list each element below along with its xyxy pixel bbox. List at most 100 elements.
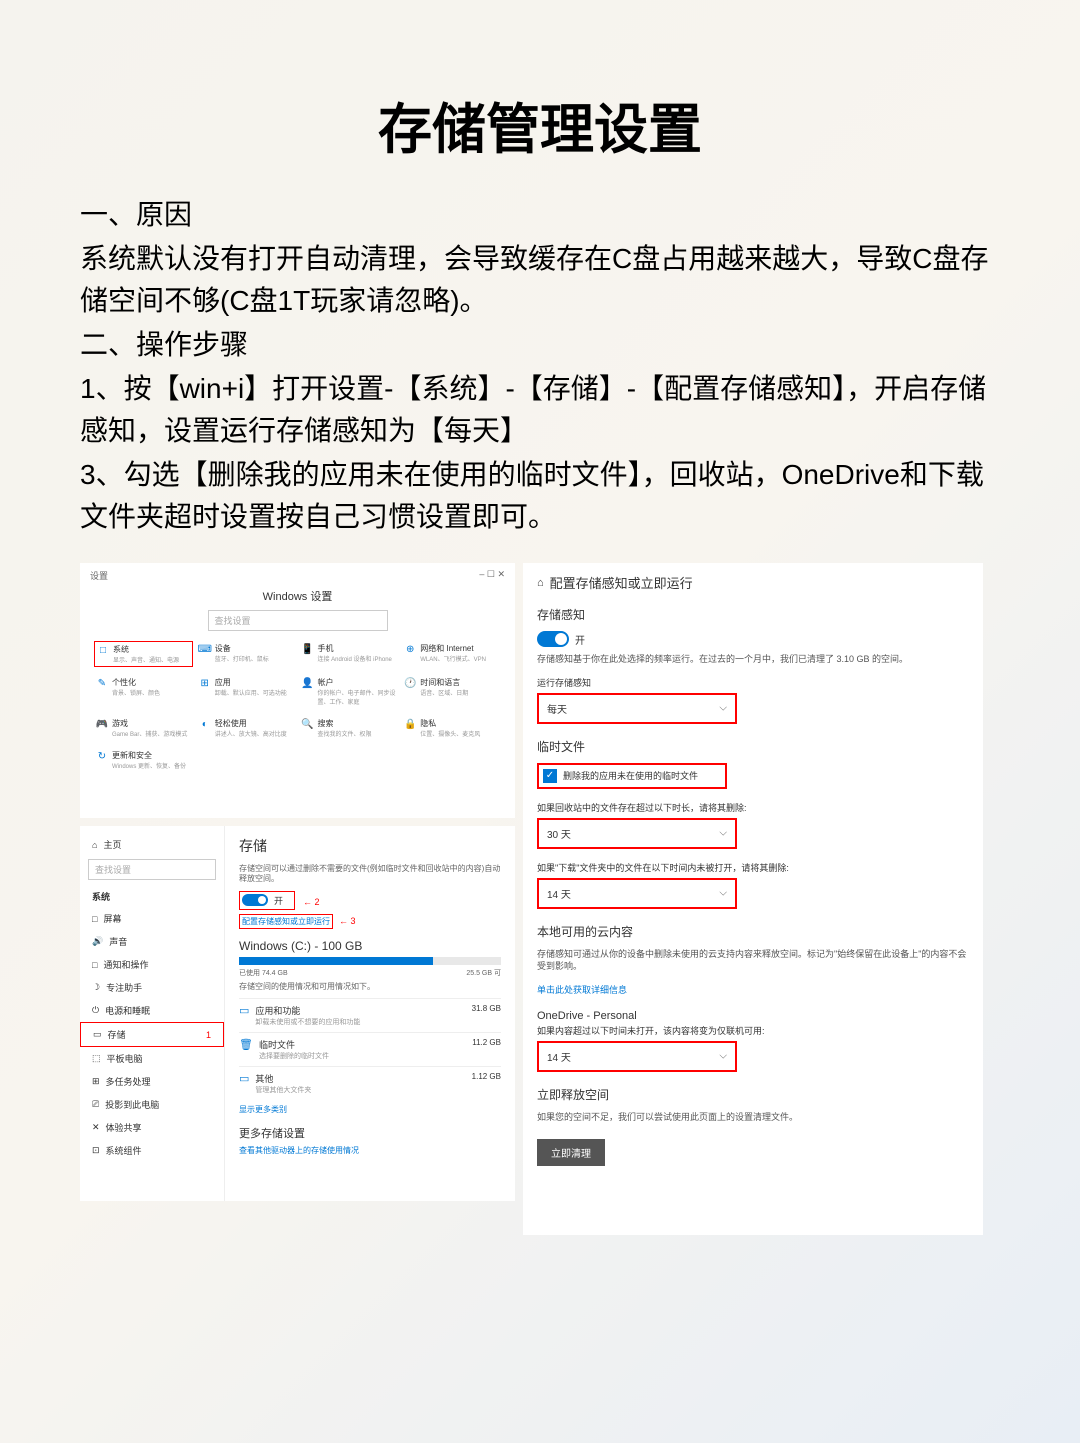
home-icon[interactable]: ⌂ bbox=[537, 577, 544, 589]
configure-link[interactable]: 配置存储感知或立即运行 bbox=[239, 914, 333, 929]
item-desc: 你的帐户、电子邮件、同步设置、工作、家庭 bbox=[318, 688, 397, 706]
window-label: 设置 bbox=[90, 569, 108, 582]
storage-item[interactable]: ▭ 其他 管理其他大文件夹 1.12 GB bbox=[239, 1066, 501, 1100]
nav-label: 投影到此电脑 bbox=[105, 1098, 159, 1111]
nav-label: 专注助手 bbox=[106, 981, 142, 994]
storage-bar bbox=[239, 957, 501, 965]
item-icon: 🔍 bbox=[302, 718, 314, 730]
marker-1: 1 bbox=[206, 1030, 211, 1040]
nav-item[interactable]: ⊞ 多任务处理 bbox=[80, 1070, 224, 1093]
cloud-link[interactable]: 单击此处获取详细信息 bbox=[537, 983, 969, 996]
settings-item[interactable]: ⌨ 设备 蓝牙、打印机、鼠标 bbox=[197, 641, 296, 667]
settings-item[interactable]: □ 系统 显示、声音、通知、电源 bbox=[94, 641, 193, 667]
sidebar-section: 系统 bbox=[80, 884, 224, 907]
free-title: 立即释放空间 bbox=[537, 1086, 969, 1103]
clean-now-button[interactable]: 立即清理 bbox=[537, 1139, 605, 1166]
marker-3: ← 3 bbox=[339, 916, 356, 926]
settings-search[interactable]: 查找设置 bbox=[208, 610, 388, 631]
more-link[interactable]: 查看其他驱动器上的存储使用情况 bbox=[239, 1145, 501, 1156]
storage-item-sub: 卸载未使用或不想要的应用和功能 bbox=[255, 1017, 360, 1027]
cloud-desc: 存储感知可通过从你的设备中删除未使用的云支持内容来释放空间。标记为"始终保留在此… bbox=[537, 948, 969, 973]
onedrive-select[interactable]: 14 天 bbox=[537, 1041, 737, 1072]
settings-item[interactable]: 🔍 搜索 查找我的文件、权限 bbox=[300, 716, 399, 740]
settings-item[interactable]: ⊞ 应用 卸载、默认应用、可选功能 bbox=[197, 675, 296, 708]
temp-checkbox[interactable]: ✓ bbox=[543, 769, 557, 783]
nav-item[interactable]: ⎚ 投影到此电脑 bbox=[80, 1093, 224, 1116]
page-crumb: 配置存储感知或立即运行 bbox=[550, 573, 693, 592]
item-icon: □ bbox=[97, 644, 109, 656]
storage-item-size: 11.2 GB bbox=[472, 1038, 501, 1047]
item-label: 时间和语言 bbox=[420, 677, 468, 688]
nav-label: 声音 bbox=[109, 935, 127, 948]
nav-icon: ✕ bbox=[92, 1122, 100, 1133]
item-icon: 👤 bbox=[302, 677, 314, 689]
nav-item[interactable]: □ 屏幕 bbox=[80, 907, 224, 930]
sense-toggle[interactable] bbox=[537, 631, 569, 647]
section2-label: 二、操作步骤 bbox=[80, 324, 1000, 366]
free-label: 25.5 GB 可 bbox=[466, 968, 501, 978]
settings-item[interactable]: 🎮 游戏 Game Bar、捕获、游戏模式 bbox=[94, 716, 193, 740]
storage-sense-toggle[interactable] bbox=[242, 894, 268, 906]
settings-item[interactable]: 🔒 隐私 位置、摄像头、麦克风 bbox=[402, 716, 501, 740]
usage-desc: 存储空间的使用情况和可用情况如下。 bbox=[239, 982, 501, 992]
item-label: 个性化 bbox=[112, 677, 160, 688]
show-more-link[interactable]: 显示更多类别 bbox=[239, 1104, 501, 1115]
sense-desc: 存储感知基于你在此处选择的频率运行。在过去的一个月中，我们已清理了 3.10 G… bbox=[537, 653, 969, 666]
storage-item[interactable]: ▭ 应用和功能 卸载未使用或不想要的应用和功能 31.8 GB bbox=[239, 998, 501, 1032]
item-desc: 卸载、默认应用、可选功能 bbox=[215, 688, 287, 697]
storage-item-sub: 管理其他大文件夹 bbox=[255, 1085, 311, 1095]
sense-title: 存储感知 bbox=[537, 606, 969, 623]
run-select[interactable]: 每天 bbox=[537, 693, 737, 724]
nav-label: 屏幕 bbox=[103, 912, 121, 925]
item-desc: 讲述人、放大镜、高对比度 bbox=[215, 729, 287, 738]
storage-item-name: 应用和功能 bbox=[255, 1004, 360, 1017]
nav-icon: ⎚ bbox=[92, 1099, 99, 1110]
more-title: 更多存储设置 bbox=[239, 1125, 501, 1141]
storage-desc: 存储空间可以通过删除不需要的文件(例如临时文件和回收站中的内容)自动释放空间。 bbox=[239, 864, 501, 885]
item-label: 搜索 bbox=[318, 718, 372, 729]
nav-icon: 🔊 bbox=[92, 936, 103, 947]
step1-text: 1、按【win+i】打开设置-【系统】-【存储】-【配置存储感知】，开启存储感知… bbox=[80, 368, 1000, 452]
nav-item[interactable]: ⏻ 电源和睡眠 bbox=[80, 999, 224, 1022]
search-placeholder: 查找设置 bbox=[215, 614, 251, 627]
settings-item[interactable]: 📱 手机 连接 Android 设备和 iPhone bbox=[300, 641, 399, 667]
temp-title: 临时文件 bbox=[537, 738, 969, 755]
configure-sense-screenshot: ⌂ 配置存储感知或立即运行 存储感知 开 存储感知基于你在此处选择的频率运行。在… bbox=[523, 563, 983, 1235]
storage-item[interactable]: 🗑 临时文件 选择要删除的临时文件 11.2 GB bbox=[239, 1032, 501, 1066]
nav-item[interactable]: ⬚ 平板电脑 bbox=[80, 1047, 224, 1070]
used-label: 已使用 74.4 GB bbox=[239, 968, 288, 978]
settings-item-update[interactable]: ↻ 更新和安全 Windows 更新、恢复、备份 bbox=[94, 748, 188, 772]
item-label: 隐私 bbox=[420, 718, 480, 729]
nav-label: 电源和睡眠 bbox=[105, 1004, 150, 1017]
storage-item-icon: ▭ bbox=[239, 1004, 249, 1027]
onedrive-title: OneDrive - Personal bbox=[537, 1010, 969, 1022]
nav-label: 通知和操作 bbox=[103, 958, 148, 971]
settings-item[interactable]: 👤 帐户 你的帐户、电子邮件、同步设置、工作、家庭 bbox=[300, 675, 399, 708]
storage-item-sub: 选择要删除的临时文件 bbox=[259, 1051, 329, 1061]
settings-item[interactable]: ◐ 轻松使用 讲述人、放大镜、高对比度 bbox=[197, 716, 296, 740]
nav-item[interactable]: □ 通知和操作 bbox=[80, 953, 224, 976]
nav-item[interactable]: ☽ 专注助手 bbox=[80, 976, 224, 999]
settings-item[interactable]: 🕐 时间和语言 语音、区域、日期 bbox=[402, 675, 501, 708]
settings-item[interactable]: ⊕ 网络和 Internet WLAN、飞行模式、VPN bbox=[402, 641, 501, 667]
nav-item[interactable]: ▭ 存储1 bbox=[80, 1022, 224, 1047]
item-label: 网络和 Internet bbox=[420, 643, 486, 654]
storage-title: 存储 bbox=[239, 836, 501, 856]
settings-item[interactable]: ✎ 个性化 背景、锁屏、颜色 bbox=[94, 675, 193, 708]
nav-icon: ⊞ bbox=[92, 1076, 100, 1087]
sidebar-home[interactable]: ⌂ 主页 bbox=[80, 834, 224, 855]
nav-item[interactable]: ⊡ 系统组件 bbox=[80, 1139, 224, 1162]
sense-toggle-label: 开 bbox=[575, 632, 585, 647]
cloud-title: 本地可用的云内容 bbox=[537, 923, 969, 940]
section1-label: 一、原因 bbox=[80, 194, 1000, 236]
update-icon: ↻ bbox=[96, 750, 108, 762]
recycle-label: 如果回收站中的文件存在超过以下时长，请将其删除: bbox=[537, 801, 969, 814]
download-select[interactable]: 14 天 bbox=[537, 878, 737, 909]
nav-item[interactable]: ✕ 体验共享 bbox=[80, 1116, 224, 1139]
item-desc: 蓝牙、打印机、鼠标 bbox=[215, 654, 269, 663]
nav-label: 系统组件 bbox=[106, 1144, 142, 1157]
update-desc: Windows 更新、恢复、备份 bbox=[112, 761, 186, 770]
sidebar-search[interactable]: 查找设置 bbox=[88, 859, 216, 880]
nav-item[interactable]: 🔊 声音 bbox=[80, 930, 224, 953]
recycle-select[interactable]: 30 天 bbox=[537, 818, 737, 849]
